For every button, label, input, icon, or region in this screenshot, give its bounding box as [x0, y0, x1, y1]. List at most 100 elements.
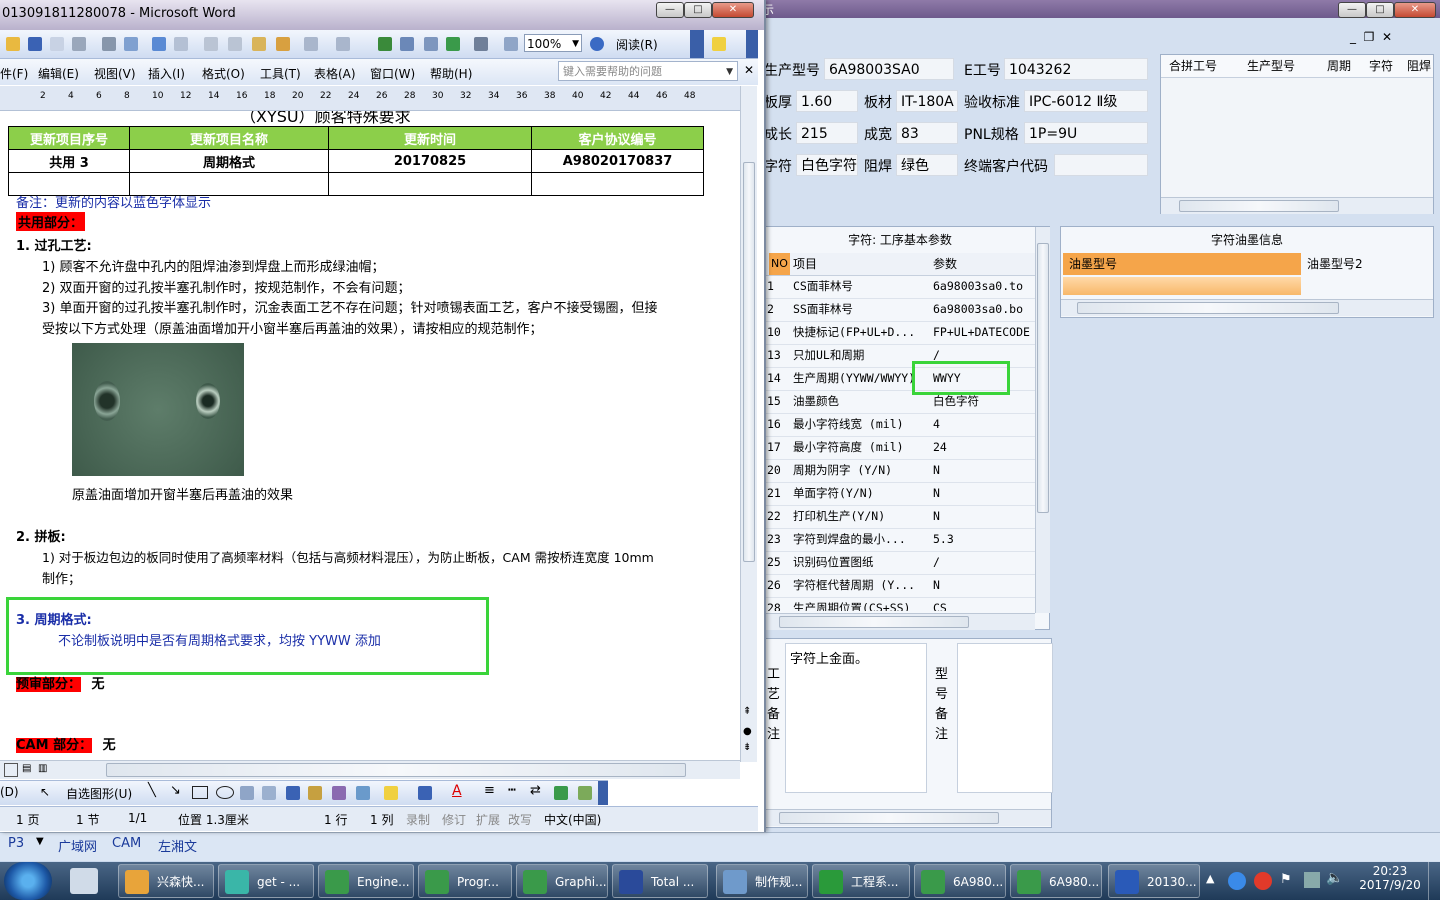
copy-icon[interactable]: [228, 37, 242, 51]
start-button[interactable]: [4, 862, 52, 900]
status-rev[interactable]: 修订: [442, 811, 466, 828]
tray-app-icon[interactable]: [1254, 872, 1272, 890]
toolbar-handle[interactable]: [746, 30, 758, 58]
tab-cam[interactable]: CAM: [112, 836, 141, 851]
maximize-button[interactable]: □: [1366, 2, 1394, 18]
table-row[interactable]: 22 打印机生产(Y/N) N: [765, 505, 1035, 529]
draw-menu[interactable]: (D): [0, 785, 19, 799]
spelling-icon[interactable]: [152, 37, 166, 51]
zoom-select[interactable]: 100% ▼: [524, 34, 582, 52]
arrow-icon[interactable]: ↘: [170, 783, 181, 798]
field-value[interactable]: IT-180A: [896, 90, 958, 112]
help-icon[interactable]: [590, 37, 604, 51]
menu-format[interactable]: 格式(O): [202, 65, 245, 82]
menu-table[interactable]: 表格(A): [314, 65, 356, 82]
insert-excel-icon[interactable]: [446, 37, 460, 51]
web-view-icon[interactable]: ▤: [22, 763, 31, 774]
menu-edit[interactable]: 编辑(E): [38, 65, 79, 82]
columns-icon[interactable]: [474, 37, 488, 51]
format-painter-icon[interactable]: [276, 37, 290, 51]
calculator-icon[interactable]: [70, 868, 98, 894]
column-header[interactable]: 油墨型号2: [1307, 253, 1363, 275]
taskbar-button[interactable]: 6A980...: [1010, 864, 1102, 898]
close-button[interactable]: ✕: [712, 2, 754, 18]
tray-app-icon[interactable]: [1228, 872, 1246, 890]
ink-col1-header[interactable]: 油墨型号: [1063, 253, 1301, 275]
normal-view-icon[interactable]: [4, 763, 18, 777]
font-color-icon[interactable]: A: [452, 783, 462, 799]
scroll-thumb[interactable]: [1179, 200, 1339, 212]
taskbar-button[interactable]: Progr...: [418, 864, 512, 898]
field-value[interactable]: 绿色: [896, 154, 958, 176]
permission-icon[interactable]: [50, 37, 64, 51]
craft-notes-box[interactable]: 字符上金面。: [785, 643, 927, 793]
ink-hscroll[interactable]: [1061, 299, 1433, 316]
field-value[interactable]: 1.60: [796, 90, 858, 112]
toolbar-handle[interactable]: [598, 781, 608, 805]
dash-style-icon[interactable]: ┅: [508, 783, 516, 798]
print-preview-icon[interactable]: [102, 37, 116, 51]
read-button[interactable]: 阅读(R): [616, 36, 658, 53]
table-row[interactable]: 23 字符到焊盘的最小... 5.3: [765, 528, 1035, 552]
horizontal-ruler[interactable]: 2 4 6 8 10 12 14 16 18 20 22 24 26 28 30 32 34 36 38 40 42 44…: [0, 86, 740, 111]
paste-icon[interactable]: [252, 37, 266, 51]
column-header[interactable]: 合拼工号: [1169, 55, 1217, 77]
next-page-icon[interactable]: ⇟: [743, 742, 751, 753]
pointer-icon[interactable]: ↖: [40, 785, 50, 799]
mdi-window-controls[interactable]: _ ❐ ✕: [1350, 30, 1392, 44]
minimize-button[interactable]: —: [1338, 2, 1366, 18]
table-row[interactable]: 1 CS面菲林号 6a98003sa0.to: [765, 275, 1035, 299]
column-header[interactable]: 生产型号: [1247, 55, 1295, 77]
column-header[interactable]: 项目: [793, 253, 817, 275]
network-icon[interactable]: [1304, 872, 1320, 888]
clock[interactable]: 20:23 2017/9/20: [1358, 864, 1422, 892]
taskbar-button[interactable]: Graphi...: [516, 864, 608, 898]
menu-insert[interactable]: 插入(I): [148, 65, 185, 82]
redo-icon[interactable]: [336, 37, 350, 51]
scroll-thumb[interactable]: [779, 616, 969, 628]
shadow-icon[interactable]: [554, 786, 568, 800]
textbox-icon[interactable]: [240, 786, 254, 800]
table-row[interactable]: 25 识别码位置图纸 /: [765, 551, 1035, 575]
tab-user[interactable]: 左湘文: [158, 836, 197, 855]
table-row[interactable]: 28 生产周期位置(CS+SS) CS: [765, 597, 1035, 611]
status-ovr[interactable]: 改写: [508, 811, 532, 828]
model-notes-box[interactable]: [957, 643, 1053, 793]
word-hscroll[interactable]: ▤ ▥: [0, 760, 740, 779]
clipart-icon[interactable]: [332, 786, 346, 800]
table-row[interactable]: 10 快捷标记(FP+UL+D... FP+UL+DATECODE: [765, 321, 1035, 345]
scroll-thumb[interactable]: [106, 763, 686, 777]
table-row[interactable]: 17 最小字符高度 (mil) 24: [765, 436, 1035, 460]
word-vscroll[interactable]: ⇞ ● ⇟: [740, 86, 757, 762]
tab-wan[interactable]: 广域网: [58, 836, 97, 855]
column-header[interactable]: NO: [769, 253, 790, 275]
research-icon[interactable]: [174, 37, 188, 51]
oval-icon[interactable]: [216, 786, 234, 799]
toolbar-handle[interactable]: [690, 30, 704, 58]
taskbar-button[interactable]: 工程系...: [812, 864, 910, 898]
menu-tools[interactable]: 工具(T): [260, 65, 301, 82]
close-doc-icon[interactable]: ✕: [744, 63, 754, 77]
taskbar-button[interactable]: 20130...: [1108, 864, 1200, 898]
taskbar-button[interactable]: get - ...: [218, 864, 314, 898]
drawing-icon[interactable]: [504, 37, 518, 51]
field-value[interactable]: 1043262: [1004, 58, 1148, 80]
maximize-button[interactable]: □: [684, 2, 712, 18]
save-icon[interactable]: [28, 37, 42, 51]
flag-icon[interactable]: ⚑: [1280, 872, 1292, 887]
taskbar-button[interactable]: 兴森快...: [118, 864, 214, 898]
hyperlink-icon[interactable]: [378, 37, 392, 51]
prev-page-icon[interactable]: ⇞: [743, 706, 751, 717]
notes-hscroll[interactable]: [765, 809, 1051, 826]
field-value[interactable]: IPC-6012 Ⅱ级: [1024, 90, 1148, 112]
field-value[interactable]: 1P=9U: [1024, 122, 1148, 144]
line-style-icon[interactable]: ≡: [484, 783, 495, 798]
wordart-icon[interactable]: [286, 786, 300, 800]
taskbar-button[interactable]: 制作规...: [716, 864, 808, 898]
table-row[interactable]: 20 周期为阴字 (Y/N) N: [765, 459, 1035, 483]
param-vscroll[interactable]: [1035, 227, 1050, 613]
field-value[interactable]: 6A98003SA0: [824, 58, 954, 80]
table-row[interactable]: 2 SS面菲林号 6a98003sa0.bo: [765, 298, 1035, 322]
column-header[interactable]: 字符: [1369, 55, 1393, 77]
fill-color-icon[interactable]: [384, 786, 398, 800]
